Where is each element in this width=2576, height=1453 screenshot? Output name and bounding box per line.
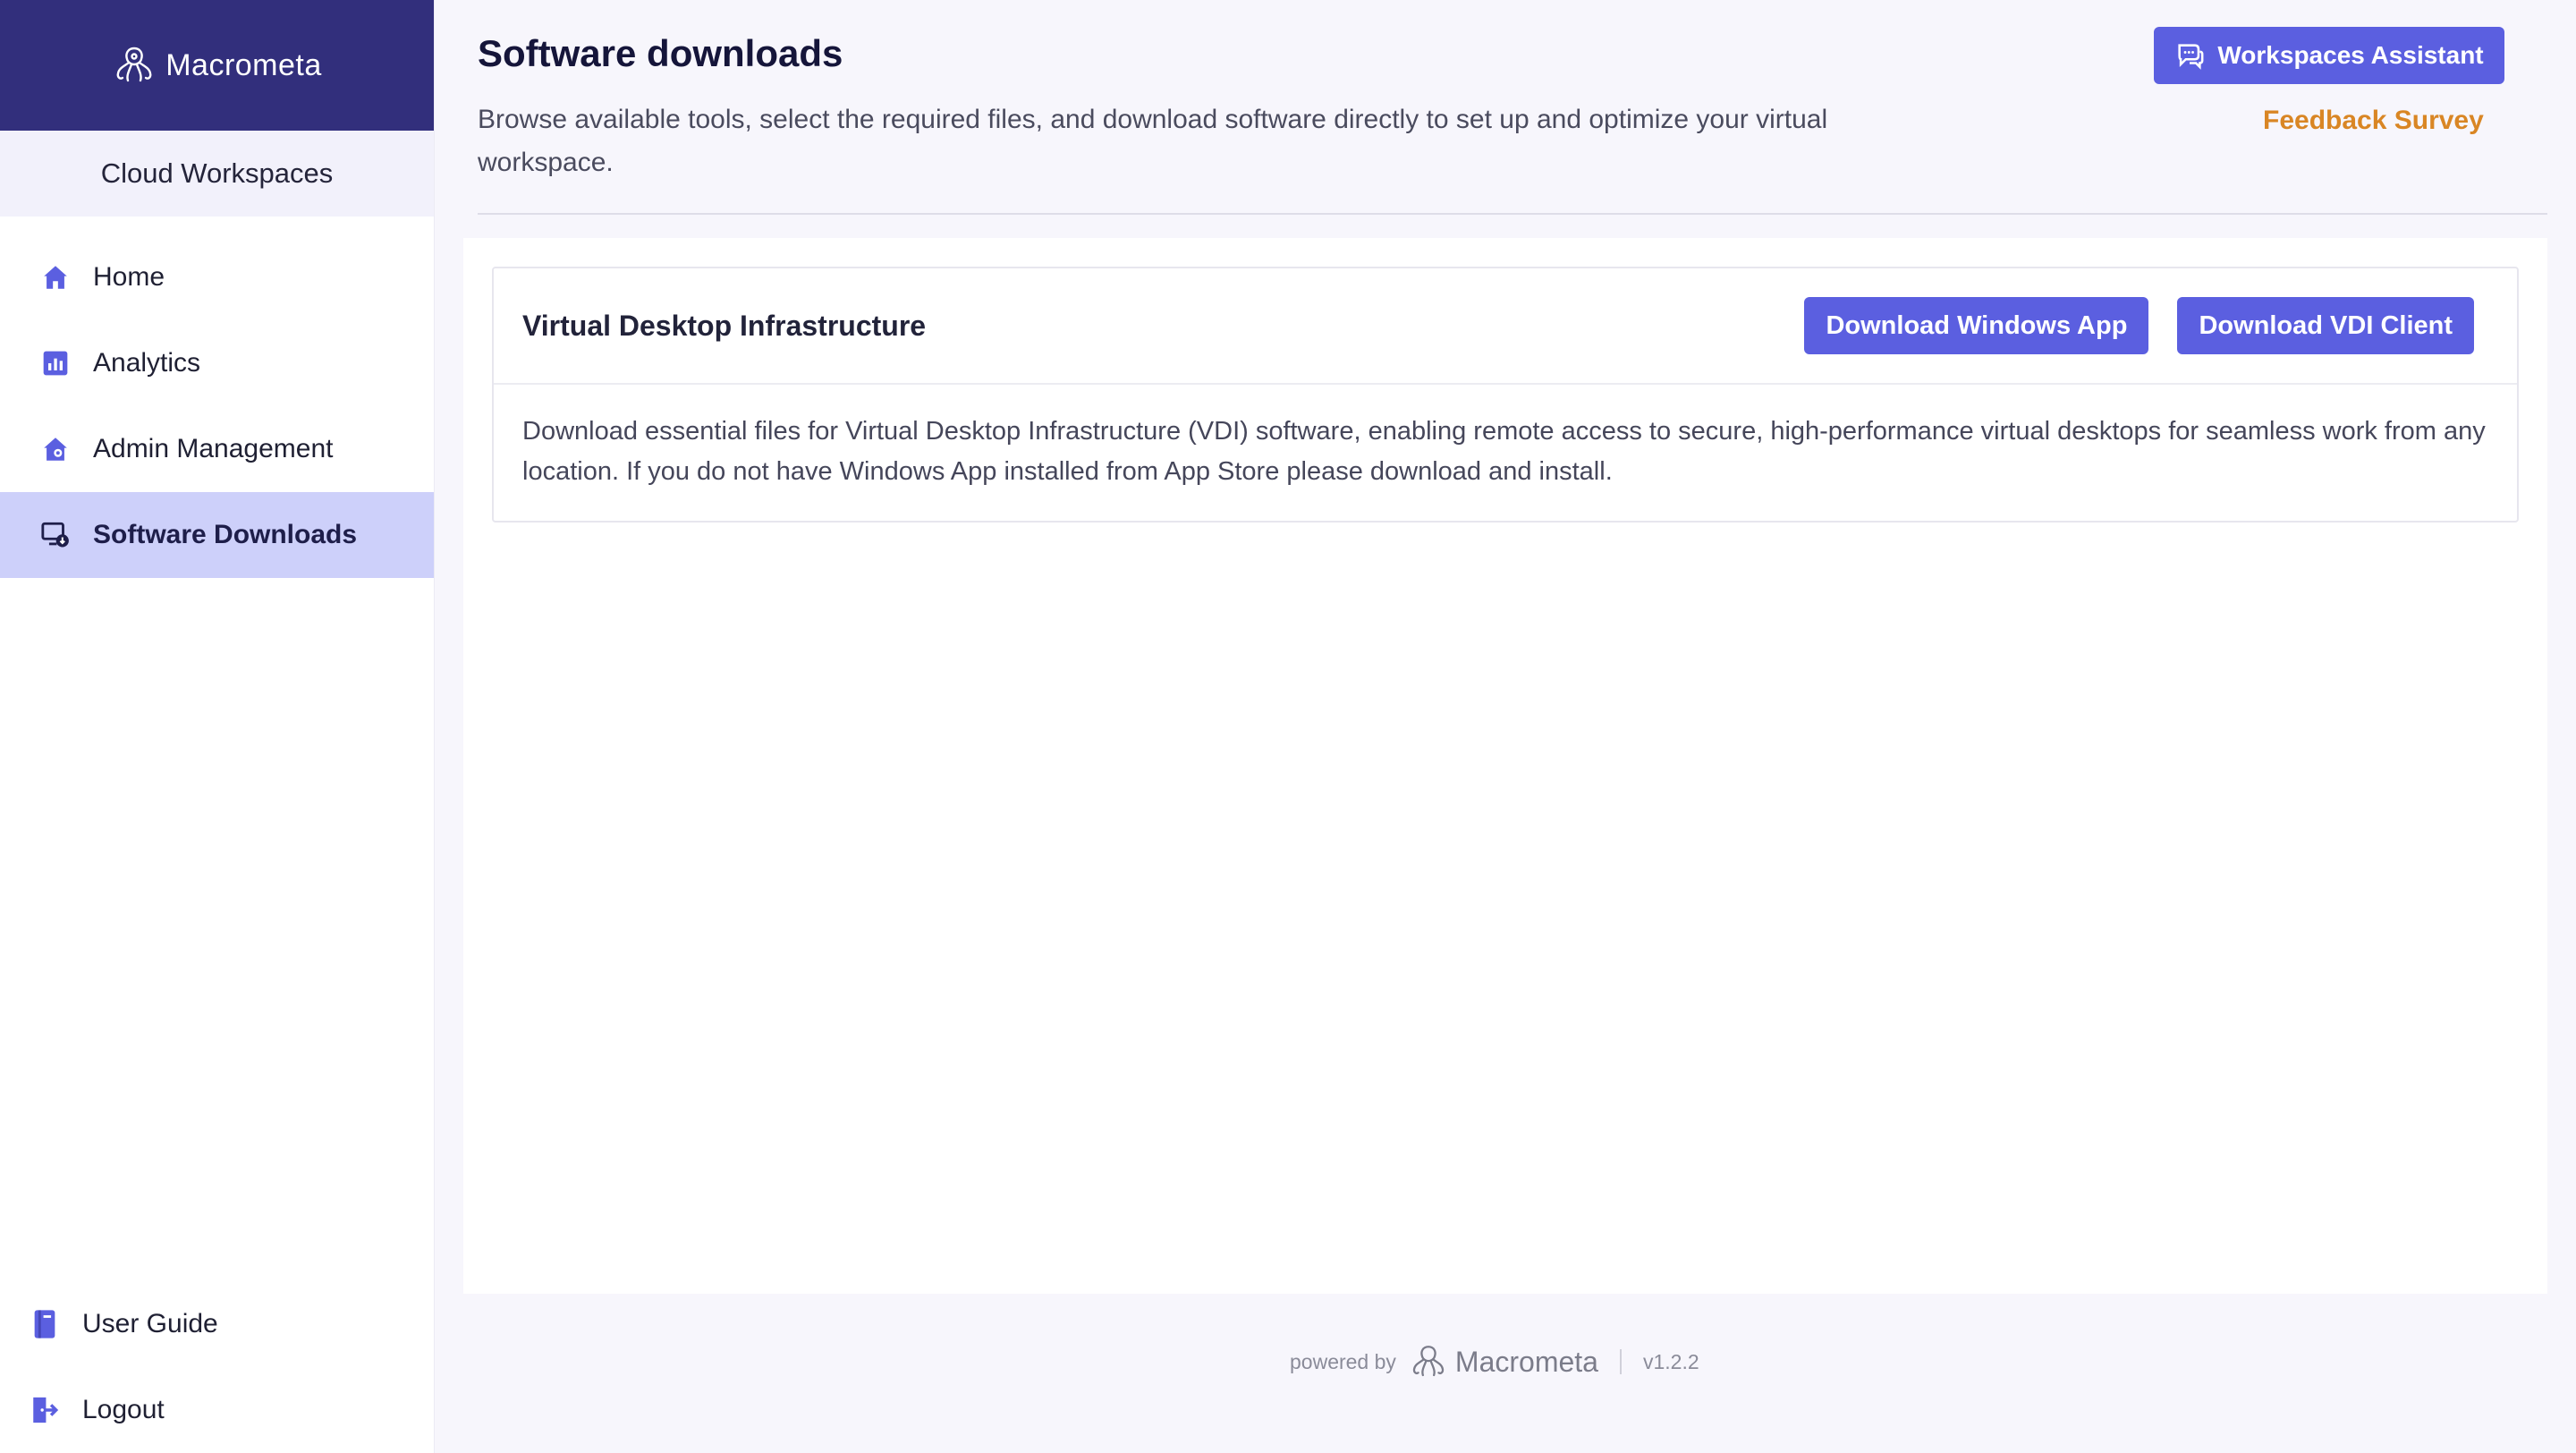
header-divider bbox=[478, 213, 2547, 215]
sidebar-item-label: Admin Management bbox=[93, 434, 334, 463]
vdi-card-title: Virtual Desktop Infrastructure bbox=[522, 309, 927, 342]
brand-name: Macrometa bbox=[165, 47, 322, 82]
software-downloads-icon bbox=[39, 519, 72, 551]
book-icon bbox=[29, 1308, 61, 1340]
logout-icon bbox=[29, 1394, 61, 1426]
app-root: Macrometa Cloud Workspaces Home Analytic… bbox=[0, 0, 2576, 1453]
sidebar-item-label: User Guide bbox=[82, 1309, 218, 1338]
vdi-card-header: Virtual Desktop Infrastructure Download … bbox=[494, 268, 2517, 385]
sidebar-item-label: Software Downloads bbox=[93, 520, 358, 549]
macrometa-logo-icon bbox=[1412, 1346, 1445, 1377]
vdi-card-description: Download essential files for Virtual Des… bbox=[522, 417, 2486, 486]
home-icon bbox=[39, 261, 72, 293]
downloads-panel: Virtual Desktop Infrastructure Download … bbox=[463, 238, 2547, 1294]
footer-brand-name: Macrometa bbox=[1454, 1345, 1598, 1378]
footer-separator bbox=[1619, 1349, 1622, 1374]
sidebar-item-user-guide[interactable]: User Guide bbox=[0, 1281, 434, 1367]
sidebar-item-software-downloads[interactable]: Software Downloads bbox=[0, 492, 434, 578]
workspaces-assistant-button[interactable]: Workspaces Assistant bbox=[2154, 27, 2504, 84]
page-title: Software downloads bbox=[478, 32, 843, 74]
sidebar-item-label: Logout bbox=[82, 1395, 165, 1424]
main-content: Software downloads Browse available tool… bbox=[435, 0, 2576, 1453]
sidebar-item-home[interactable]: Home bbox=[0, 234, 434, 320]
page-description: Browse available tools, select the requi… bbox=[478, 105, 1828, 177]
sidebar-item-admin-management[interactable]: Admin Management bbox=[0, 406, 434, 492]
page-header: Software downloads Browse available tool… bbox=[435, 0, 2576, 215]
download-vdi-client-button[interactable]: Download VDI Client bbox=[2177, 297, 2474, 354]
workspace-name: Cloud Workspaces bbox=[0, 131, 434, 217]
footer-brand: Macrometa bbox=[1409, 1342, 1598, 1381]
sidebar-bottom-nav: User Guide Logout bbox=[0, 1281, 434, 1453]
sidebar: Macrometa Cloud Workspaces Home Analytic… bbox=[0, 0, 435, 1453]
powered-by-text: powered by bbox=[1290, 1349, 1396, 1373]
vdi-card-actions: Download Windows App Download VDI Client bbox=[1804, 297, 2474, 354]
feedback-survey-link[interactable]: Feedback Survey bbox=[2263, 106, 2484, 136]
vdi-card: Virtual Desktop Infrastructure Download … bbox=[492, 267, 2519, 523]
admin-icon bbox=[39, 433, 72, 465]
sidebar-nav: Home Analytics Admin Management Software… bbox=[0, 234, 434, 578]
page-footer: powered by Macrometa v1.2.2 bbox=[1290, 1342, 1699, 1381]
sidebar-item-label: Analytics bbox=[93, 348, 201, 378]
analytics-icon bbox=[39, 347, 72, 379]
workspaces-assistant-label: Workspaces Assistant bbox=[2217, 41, 2484, 69]
brand-header[interactable]: Macrometa bbox=[0, 0, 434, 131]
sidebar-item-label: Home bbox=[93, 262, 165, 292]
macrometa-logo-icon bbox=[116, 47, 152, 82]
sidebar-item-logout[interactable]: Logout bbox=[0, 1367, 434, 1453]
chat-assistant-icon bbox=[2178, 44, 2204, 70]
sidebar-item-analytics[interactable]: Analytics bbox=[0, 320, 434, 406]
download-windows-app-button[interactable]: Download Windows App bbox=[1804, 297, 2149, 354]
app-version: v1.2.2 bbox=[1642, 1349, 1699, 1373]
